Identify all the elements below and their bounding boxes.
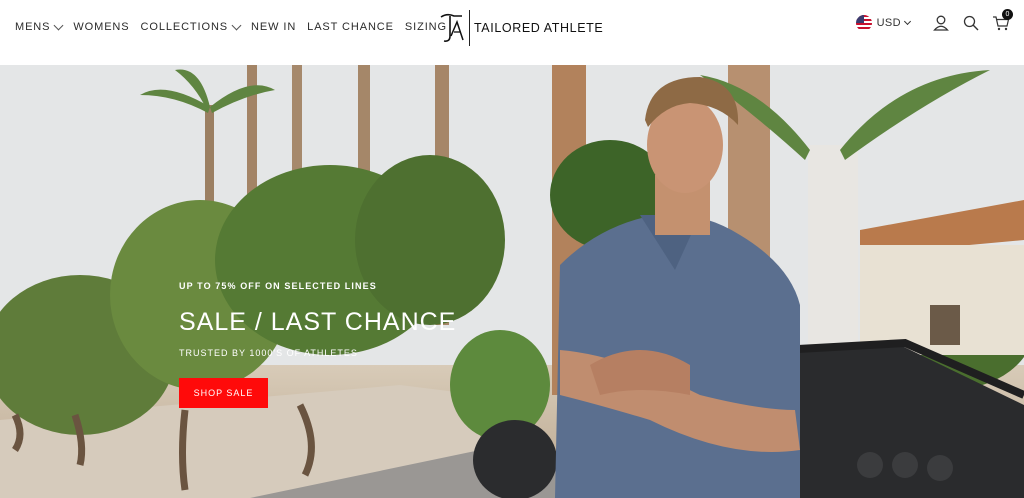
nav-item-last-chance[interactable]: LAST CHANCE (307, 21, 394, 33)
cart-count-badge: 0 (1002, 9, 1013, 20)
logo-divider (469, 10, 470, 46)
cart-button[interactable]: 0 (992, 9, 1013, 32)
main-nav: MENS WOMENS COLLECTIONS NEW IN LAST CHAN… (15, 20, 458, 33)
chevron-down-icon (53, 20, 64, 30)
hero-tagline: TRUSTED BY 1000'S OF ATHLETES (179, 348, 358, 358)
nav-item-womens[interactable]: WOMENS (73, 21, 129, 33)
nav-item-label: LAST CHANCE (307, 21, 394, 33)
nav-item-collections[interactable]: COLLECTIONS (140, 20, 242, 33)
account-icon[interactable] (932, 14, 950, 32)
dashboard-gauges (857, 452, 953, 481)
brand-logo[interactable]: TAILORED ATHLETE (438, 10, 603, 46)
search-icon[interactable] (962, 14, 980, 32)
brand-name: TAILORED ATHLETE (474, 21, 604, 35)
hero-banner: UP TO 75% OFF ON SELECTED LINES SALE / L… (0, 65, 1024, 498)
hero-image (0, 65, 1024, 498)
hero-content: UP TO 75% OFF ON SELECTED LINES SALE / L… (179, 281, 456, 408)
nav-item-label: WOMENS (73, 21, 130, 33)
nav-item-label: NEW IN (251, 21, 297, 33)
currency-label: USD (876, 17, 901, 29)
nav-item-label: COLLECTIONS (140, 21, 229, 33)
nav-item-new-in[interactable]: NEW IN (251, 21, 296, 33)
hero-title: SALE / LAST CHANCE (179, 308, 457, 336)
us-flag-icon (855, 15, 872, 31)
header-tools: USD 0 (855, 9, 1013, 32)
ta-monogram-icon (440, 13, 464, 42)
nav-item-mens[interactable]: MENS (15, 20, 64, 33)
hero-eyebrow: UP TO 75% OFF ON SELECTED LINES (179, 281, 377, 291)
chevron-down-icon (231, 20, 242, 30)
currency-selector[interactable]: USD (855, 15, 912, 31)
site-header: MENS WOMENS COLLECTIONS NEW IN LAST CHAN… (0, 0, 1024, 65)
nav-item-label: MENS (15, 21, 51, 33)
chevron-down-icon (903, 17, 912, 26)
shop-sale-button[interactable]: SHOP SALE (179, 378, 268, 408)
car-seat (473, 420, 557, 498)
